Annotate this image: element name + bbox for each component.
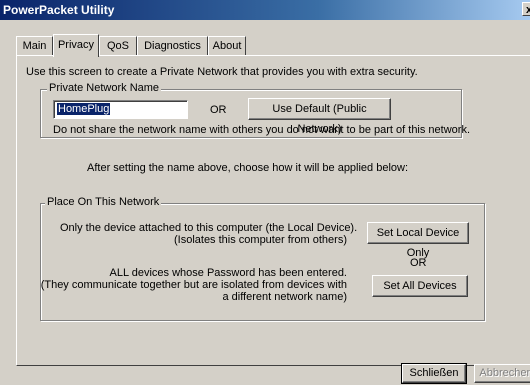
- network-name-value: HomePlug: [57, 103, 111, 115]
- local-device-note: (Isolates this computer from others): [173, 234, 347, 246]
- title-bar: PowerPacket Utility x: [0, 0, 530, 20]
- use-default-button[interactable]: Use Default (Public Network): [248, 98, 391, 135]
- private-network-legend: Private Network Name: [47, 82, 162, 94]
- close-button[interactable]: Schließen: [401, 363, 467, 384]
- tab-main[interactable]: Main: [16, 36, 53, 55]
- close-icon[interactable]: x: [522, 2, 530, 16]
- intro-text: Use this screen to create a Private Netw…: [26, 66, 418, 78]
- local-device-desc: Only the device attached to this compute…: [60, 222, 358, 234]
- place-on-network-legend: Place On This Network: [45, 196, 162, 208]
- after-setting-text: After setting the name above, choose how…: [87, 162, 409, 174]
- tab-qos[interactable]: QoS: [99, 36, 137, 55]
- network-name-input[interactable]: HomePlug: [53, 100, 188, 119]
- share-warning-text: Do not share the network name with other…: [53, 124, 471, 136]
- cancel-button[interactable]: Abbrechen: [474, 364, 530, 383]
- tab-privacy[interactable]: Privacy: [53, 34, 99, 57]
- all-devices-desc: ALL devices whose Password has been ente…: [109, 267, 347, 279]
- tab-diagnostics[interactable]: Diagnostics: [137, 36, 208, 55]
- all-devices-note-1: (They communicate together but are isola…: [40, 279, 347, 291]
- or-label: OR: [210, 104, 227, 116]
- all-devices-note-2: a different network name): [222, 291, 347, 303]
- window-title: PowerPacket Utility: [3, 3, 115, 17]
- or-label-2: OR: [410, 257, 427, 269]
- tab-about[interactable]: About: [208, 36, 246, 55]
- set-all-devices-button[interactable]: Set All Devices: [372, 275, 468, 297]
- set-local-device-button[interactable]: Set Local Device Only: [367, 222, 469, 259]
